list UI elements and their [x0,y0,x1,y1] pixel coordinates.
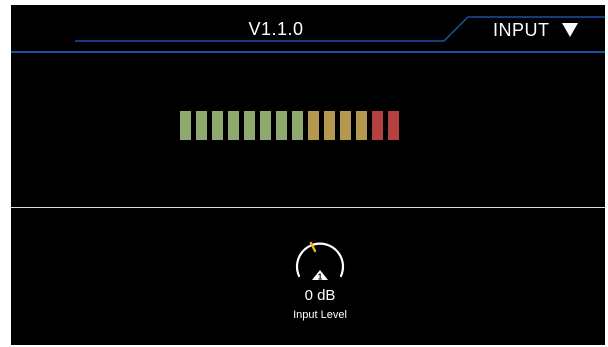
meter-segment [308,111,319,140]
meter-segment [180,111,191,140]
meter-segment [212,111,223,140]
meter-segment [356,111,367,140]
meter-segment [244,111,255,140]
input-select-dropdown[interactable]: INPUT [493,15,578,45]
triangle-down-icon [561,23,578,37]
meter-segment [324,111,335,140]
meter-segment [388,111,399,140]
meter-segment [196,111,207,140]
meter-segment [292,111,303,140]
level-meter [180,111,399,140]
input-select-label: INPUT [493,19,550,40]
knob-value: 0 dB [304,287,336,304]
meter-segment [276,111,287,140]
knob-badge-number: 1 [318,273,323,282]
meter-segment [228,111,239,140]
header-bar: V1.1.0 INPUT [11,5,605,55]
meter-segment [340,111,351,140]
section-divider [11,207,605,208]
version-label: V1.1.0 [248,19,304,39]
mixer-screen: V1.1.0 INPUT 1 0 dB Input Level [11,5,605,345]
meter-segment [372,111,383,140]
knob-label: Input Level [293,309,347,321]
meter-segment [260,111,271,140]
input-level-knob[interactable]: 1 [289,232,351,284]
